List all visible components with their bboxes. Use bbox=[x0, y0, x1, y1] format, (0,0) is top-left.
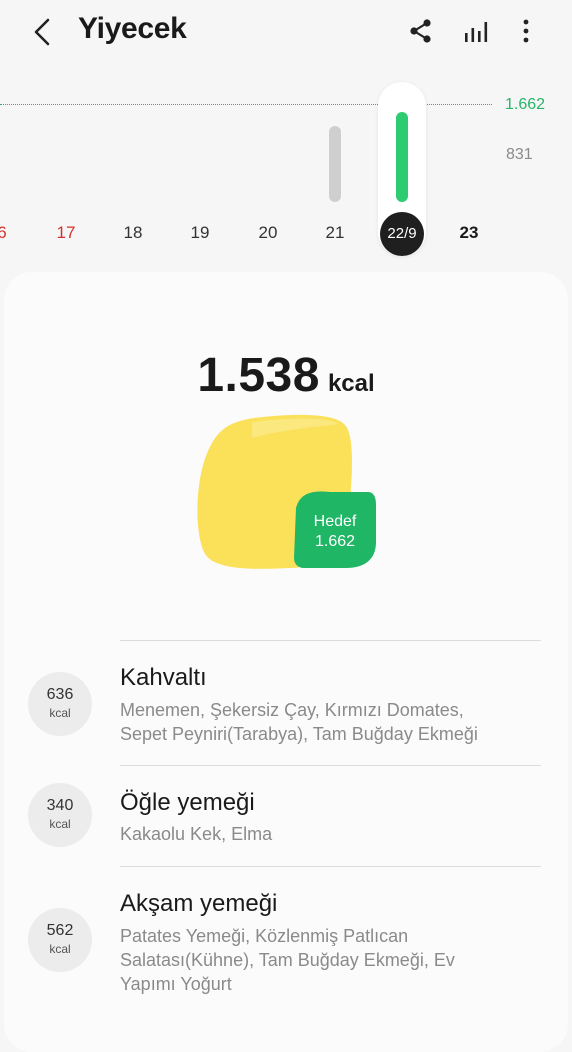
meal-items-line: Salatası(Kühne), Tam Buğday Ekmeği, Ev bbox=[120, 950, 455, 970]
daily-calorie-chart: 1.662 831 6 17 18 19 20 21 22/9 23 bbox=[0, 64, 572, 260]
meal-items-line: Patates Yemeği, Közlenmiş Patlıcan bbox=[120, 926, 409, 946]
selected-day-label[interactable]: 22/9 bbox=[380, 212, 424, 256]
meal-items-line: Sepet Peyniri(Tarabya), Tam Buğday Ekmeğ… bbox=[120, 724, 478, 744]
meal-title: Kahvaltı bbox=[120, 664, 207, 691]
more-vertical-icon[interactable] bbox=[510, 14, 544, 48]
goal-badge: Hedef 1.662 bbox=[294, 512, 376, 552]
meal-kcal-value: 636 bbox=[46, 686, 74, 703]
day-label[interactable]: 18 bbox=[113, 223, 153, 243]
bar-day-21[interactable] bbox=[329, 126, 341, 202]
total-calories-value: 1.538 bbox=[197, 349, 320, 402]
calorie-progress-graphic bbox=[192, 412, 382, 582]
day-label[interactable]: 21 bbox=[315, 223, 355, 243]
meal-items: Kakaolu Kek, Elma bbox=[120, 822, 540, 846]
meal-items: Patates Yemeği, Közlenmiş Patlıcan Salat… bbox=[120, 924, 540, 996]
meal-kcal-value: 562 bbox=[46, 922, 74, 939]
meal-title: Öğle yemeği bbox=[120, 789, 255, 816]
day-label[interactable]: 6 bbox=[0, 223, 22, 243]
meal-kcal-unit: kcal bbox=[49, 817, 71, 831]
trend-chart-icon[interactable] bbox=[460, 14, 494, 48]
meal-items-line: Kakaolu Kek, Elma bbox=[120, 824, 273, 844]
meal-kcal-unit: kcal bbox=[49, 942, 71, 956]
meal-row-lunch[interactable]: 340 kcal Öğle yemeği Kakaolu Kek, Elma bbox=[0, 765, 572, 865]
meal-items-line: Menemen, Şekersiz Çay, Kırmızı Domates, bbox=[120, 700, 464, 720]
goal-axis-label: 1.662 bbox=[505, 96, 546, 113]
goal-badge-value: 1.662 bbox=[314, 533, 356, 550]
goal-badge-label: Hedef bbox=[313, 513, 357, 530]
page-title: Yiyecek bbox=[78, 12, 187, 45]
share-icon[interactable] bbox=[404, 14, 438, 48]
meal-kcal-badge: 636 kcal bbox=[28, 672, 92, 736]
meal-row-dinner[interactable]: 562 kcal Akşam yemeği Patates Yemeği, Kö… bbox=[0, 866, 572, 1006]
meal-items-line: Yapımı Yoğurt bbox=[120, 974, 232, 994]
back-arrow-icon[interactable] bbox=[28, 14, 60, 50]
meal-items: Menemen, Şekersiz Çay, Kırmızı Domates, … bbox=[120, 698, 540, 746]
app-header: Yiyecek bbox=[0, 0, 572, 64]
bar-day-22[interactable] bbox=[396, 112, 408, 202]
meal-kcal-badge: 340 kcal bbox=[28, 783, 92, 847]
total-calories-unit: kcal bbox=[327, 370, 375, 397]
day-label[interactable]: 19 bbox=[180, 223, 220, 243]
meal-kcal-badge: 562 kcal bbox=[28, 908, 92, 972]
day-label[interactable]: 20 bbox=[248, 223, 288, 243]
meal-row-breakfast[interactable]: 636 kcal Kahvaltı Menemen, Şekersiz Çay,… bbox=[0, 640, 572, 764]
meal-title: Akşam yemeği bbox=[120, 890, 278, 917]
meal-kcal-value: 340 bbox=[46, 797, 74, 814]
day-label[interactable]: 17 bbox=[46, 223, 86, 243]
day-label[interactable]: 23 bbox=[449, 223, 489, 243]
half-axis-label: 831 bbox=[506, 146, 533, 163]
total-calories: 1.538 kcal bbox=[0, 348, 572, 403]
meal-kcal-unit: kcal bbox=[49, 706, 71, 720]
